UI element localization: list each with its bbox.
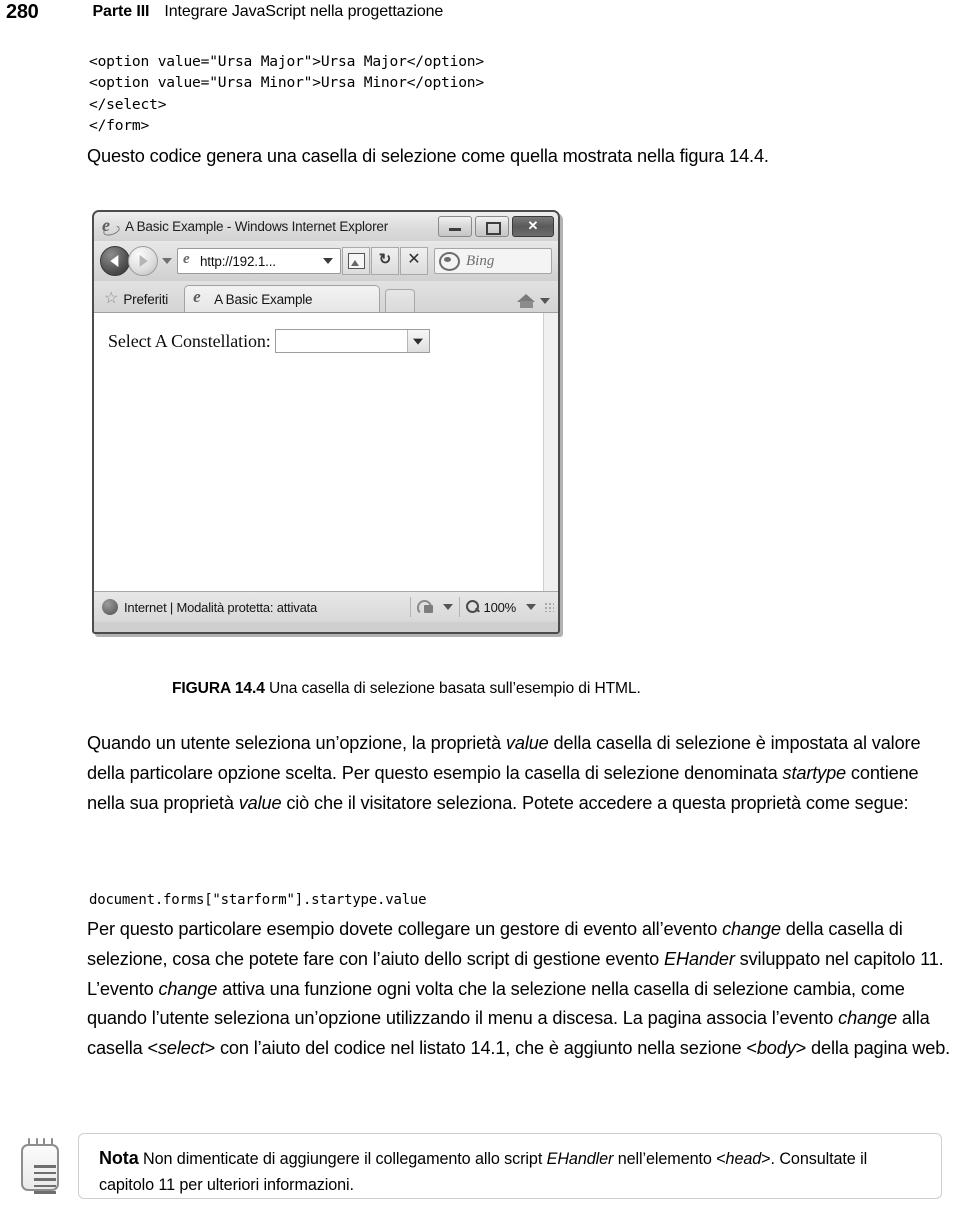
figure-label: FIGURA 14.4 — [172, 680, 265, 697]
refresh-button[interactable]: ↻ — [371, 247, 399, 275]
par2-italic1: change — [722, 919, 781, 939]
figure-caption-text: Una casella di selezione basata sull’ese… — [269, 680, 641, 697]
page-number: 280 — [6, 1, 39, 23]
note-text2: nell’elemento < — [613, 1150, 726, 1168]
address-url: http://192.1... — [200, 253, 276, 269]
browser-navigation-bar: http://192.1... ↻ ✕ Bing — [94, 241, 558, 281]
note-callout: Nota Non dimenticate di aggiungere il co… — [18, 1133, 942, 1201]
close-icon: ✕ — [527, 218, 539, 233]
par2-italic5: select — [157, 1038, 205, 1059]
favorites-label: Preferiti — [123, 291, 169, 307]
status-divider — [458, 597, 460, 617]
security-zone-label: Internet | Modalità protetta: attivata — [124, 599, 318, 615]
close-x-icon: ✕ — [407, 251, 421, 268]
running-head: 280 Parte III Integrare JavaScript nella… — [0, 0, 960, 30]
select-label: Select A Constellation: — [108, 330, 271, 351]
note-italic1: EHandler — [546, 1150, 614, 1168]
browser-tab[interactable]: A Basic Example — [184, 285, 381, 312]
bing-icon — [439, 251, 460, 271]
constellation-select[interactable] — [274, 329, 430, 353]
favorites-and-tab-bar: ☆ Preferiti A Basic Example — [94, 281, 558, 312]
star-icon: ☆ — [104, 290, 119, 307]
par2-text1: Per questo particolare esempio dovete co… — [87, 919, 723, 939]
internet-explorer-icon — [102, 215, 119, 236]
refresh-icon: ↻ — [378, 251, 392, 268]
zoom-magnifier-icon — [465, 599, 481, 615]
par1-italic3: value — [238, 792, 282, 813]
arrow-left-icon — [110, 255, 119, 267]
home-button-group[interactable] — [517, 292, 550, 312]
browser-window: A Basic Example - Windows Internet Explo… — [92, 210, 560, 634]
close-button[interactable]: ✕ — [512, 216, 554, 237]
compatibility-view-button[interactable] — [342, 247, 370, 275]
par1-italic2: startype — [782, 762, 847, 783]
minimize-button[interactable] — [438, 216, 472, 237]
par1-text4: ciò che il visitatore seleziona. Potete … — [281, 792, 909, 813]
window-controls: ✕ — [438, 216, 554, 237]
chevron-down-icon[interactable] — [442, 604, 453, 610]
figure-caption: FIGURA 14.4 Una casella di selezione bas… — [172, 678, 641, 700]
forward-button[interactable] — [128, 246, 158, 276]
search-placeholder: Bing — [466, 252, 495, 269]
back-button[interactable] — [100, 246, 130, 276]
note-text: Nota Non dimenticate di aggiungere il co… — [99, 1146, 923, 1198]
note-text1: Non dimenticate di aggiungere il collega… — [138, 1150, 547, 1168]
par2-italic6: body — [756, 1038, 796, 1059]
restore-button[interactable] — [475, 216, 509, 237]
favorites-button[interactable]: ☆ Preferiti — [102, 286, 178, 312]
paragraph-two: Per questo particolare esempio dovete co… — [87, 915, 959, 1064]
page-favicon-icon — [182, 251, 196, 269]
note-italic2: head — [725, 1150, 762, 1168]
zoom-level-label: 100% — [483, 599, 517, 615]
resize-grip-icon[interactable] — [544, 602, 554, 612]
tab-favicon-icon — [193, 287, 209, 307]
par1-italic1: value — [505, 733, 549, 753]
history-dropdown-icon[interactable] — [162, 258, 172, 264]
chevron-down-icon[interactable] — [526, 604, 536, 610]
page-viewport: Select A Constellation: — [94, 312, 558, 591]
address-bar[interactable]: http://192.1... — [177, 248, 341, 274]
par2-italic4: change — [838, 1008, 897, 1029]
search-input[interactable]: Bing — [434, 248, 552, 274]
code-listing-inline: document.forms["starform"].startype.valu… — [89, 892, 427, 908]
note-title: Nota — [99, 1148, 139, 1168]
par2-italic2: EHander — [664, 948, 735, 969]
note-box: Nota Non dimenticate di aggiungere il co… — [78, 1133, 942, 1199]
notepad-lines-icon — [34, 1165, 56, 1194]
chapter-title: Integrare JavaScript nella progettazione — [164, 3, 444, 20]
stop-button[interactable]: ✕ — [400, 247, 428, 275]
notepad-icon — [18, 1137, 63, 1194]
intro-paragraph: Questo codice genera una casella di sele… — [87, 146, 769, 166]
arrow-right-icon — [139, 255, 148, 267]
browser-title-bar: A Basic Example - Windows Internet Explo… — [94, 212, 558, 241]
paragraph-one: Quando un utente seleziona un’opzione, l… — [87, 729, 959, 818]
browser-status-bar: Internet | Modalità protetta: attivata 1… — [94, 591, 558, 622]
restore-icon — [486, 222, 501, 235]
tab-label: A Basic Example — [214, 291, 313, 307]
new-tab-button[interactable] — [385, 289, 416, 312]
compatibility-icon — [348, 253, 365, 269]
status-divider — [409, 597, 411, 617]
par2-text6: > con l’aiuto del codice nel listato 14.… — [204, 1038, 757, 1059]
chevron-down-icon[interactable] — [406, 330, 429, 352]
globe-icon — [102, 599, 118, 615]
window-title: A Basic Example - Windows Internet Explo… — [125, 219, 389, 234]
par1-text1: Quando un utente seleziona un’opzione, l… — [87, 733, 506, 753]
notepad-body-icon — [21, 1144, 59, 1194]
protected-mode-icon — [416, 599, 435, 615]
par2-text7: > della pagina web. — [795, 1038, 951, 1059]
page-content: Select A Constellation: — [94, 313, 543, 358]
figure-screenshot: A Basic Example - Windows Internet Explo… — [90, 208, 572, 642]
vertical-scrollbar[interactable] — [543, 313, 558, 591]
chevron-down-icon[interactable] — [540, 297, 550, 304]
code-listing-top: <option value="Ursa Major">Ursa Major</o… — [89, 52, 484, 135]
chevron-down-icon[interactable] — [323, 258, 333, 264]
minimize-icon — [449, 228, 461, 231]
part-label: Parte III — [92, 3, 150, 20]
home-icon[interactable] — [517, 292, 536, 309]
par2-italic3: change — [158, 978, 218, 999]
